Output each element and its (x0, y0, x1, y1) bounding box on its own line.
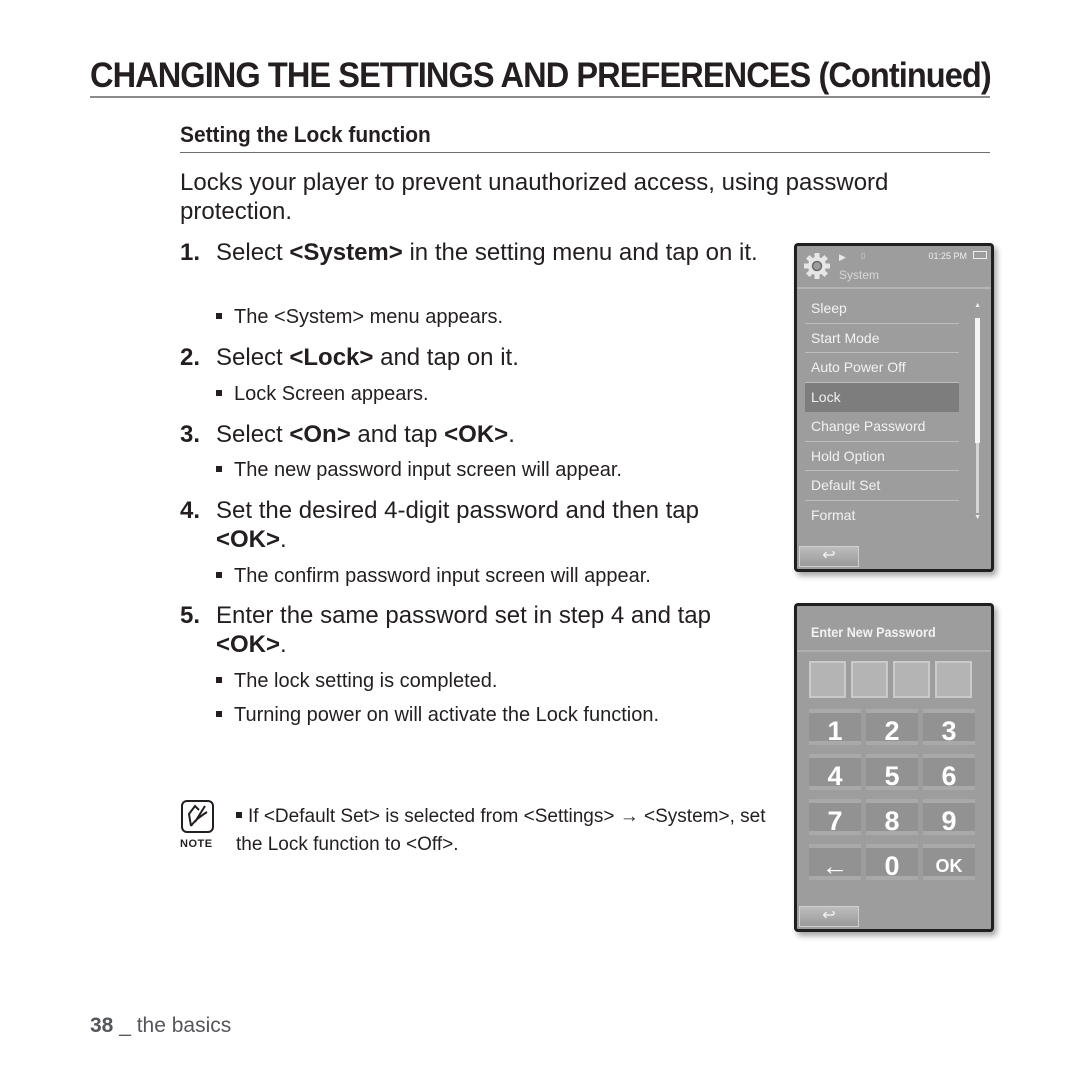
section-title: Setting the Lock function (180, 122, 431, 147)
key-0[interactable]: 0 (866, 844, 918, 881)
step-5: 5. Enter the same password set in step 4 … (180, 602, 711, 658)
step-3: 3. Select <On> and tap <OK>. (180, 421, 515, 448)
page-footer: 38 _ the basics (90, 1014, 232, 1037)
scroll-down-icon[interactable]: ▼ (974, 514, 981, 521)
intro-text: Locks your player to prevent unauthorize… (180, 169, 889, 225)
menu-item-lock[interactable]: Lock (805, 382, 959, 412)
key-3[interactable]: 3 (923, 709, 975, 746)
step-5-bullet-1: The lock setting is completed. (216, 669, 776, 693)
page-number: 38 (90, 1014, 114, 1037)
key-8[interactable]: 8 (866, 799, 918, 836)
password-digit-fields (809, 661, 973, 698)
note-label: NOTE (180, 838, 213, 850)
key-1[interactable]: 1 (809, 709, 861, 746)
key-5[interactable]: 5 (866, 754, 918, 791)
step-3-bullet: The new password input screen will appea… (216, 458, 776, 482)
step-2: 2. Select <Lock> and tap on it. (180, 344, 519, 371)
clock: 01:25 PM (928, 251, 967, 261)
step-2-bullet: Lock Screen appears. (216, 382, 776, 406)
backspace-key[interactable]: ← (809, 844, 861, 881)
menu-item-start-mode[interactable]: Start Mode (805, 324, 959, 353)
screen-title: Enter New Password (811, 624, 936, 640)
note-pencil-icon (181, 800, 214, 833)
header-divider (797, 650, 991, 652)
battery-icon (973, 251, 987, 259)
key-6[interactable]: 6 (923, 754, 975, 791)
password-digit-4[interactable] (935, 661, 972, 698)
system-menu-screen: ▶ ▯ 01:25 PM System Sleep Start Mode Aut… (794, 243, 994, 572)
step-4-bullet: The confirm password input screen will a… (216, 564, 776, 588)
back-button[interactable]: ↩ (799, 906, 859, 927)
key-2[interactable]: 2 (866, 709, 918, 746)
password-digit-3[interactable] (893, 661, 930, 698)
step-5-bullet-2: Turning power on will activate the Lock … (216, 703, 776, 727)
scrollbar[interactable] (975, 318, 980, 513)
title-divider (90, 96, 990, 98)
key-7[interactable]: 7 (809, 799, 861, 836)
play-icon: ▶ (839, 252, 846, 262)
menu-item-hold-option[interactable]: Hold Option (805, 442, 959, 471)
key-9[interactable]: 9 (923, 799, 975, 836)
step-1-bullet: The <System> menu appears. (216, 305, 776, 329)
menu-item-format[interactable]: Format (805, 501, 959, 531)
card-icon: ▯ (861, 251, 866, 260)
header-divider (797, 287, 991, 289)
system-menu-list: Sleep Start Mode Auto Power Off Lock Cha… (805, 294, 959, 530)
step-4: 4. Set the desired 4-digit password and t… (180, 497, 699, 553)
back-button[interactable]: ↩ (799, 546, 859, 567)
page-title: CHANGING THE SETTINGS AND PREFERENCES (C… (90, 56, 992, 95)
menu-item-sleep[interactable]: Sleep (805, 294, 959, 324)
section-divider (180, 152, 990, 153)
status-bar: ▶ ▯ 01:25 PM System (797, 246, 991, 284)
numeric-keypad: 1 2 3 4 5 6 7 8 9 ← 0 OK (809, 709, 975, 881)
key-4[interactable]: 4 (809, 754, 861, 791)
gear-icon (804, 253, 830, 279)
screen-title: System (839, 268, 880, 282)
ok-key[interactable]: OK (923, 844, 975, 880)
scroll-thumb[interactable] (975, 318, 980, 443)
menu-item-change-password[interactable]: Change Password (805, 412, 959, 442)
menu-item-default-set[interactable]: Default Set (805, 471, 959, 501)
menu-item-auto-power-off[interactable]: Auto Power Off (805, 353, 959, 383)
scroll-up-icon[interactable]: ▲ (974, 302, 981, 309)
note-text: If <Default Set> is selected from <Setti… (236, 806, 766, 855)
password-digit-2[interactable] (851, 661, 888, 698)
password-screen: Enter New Password 1 2 3 4 5 6 7 8 9 ← 0… (794, 603, 994, 932)
step-1: 1. Select <System> in the setting menu an… (180, 239, 758, 266)
password-digit-1[interactable] (809, 661, 846, 698)
